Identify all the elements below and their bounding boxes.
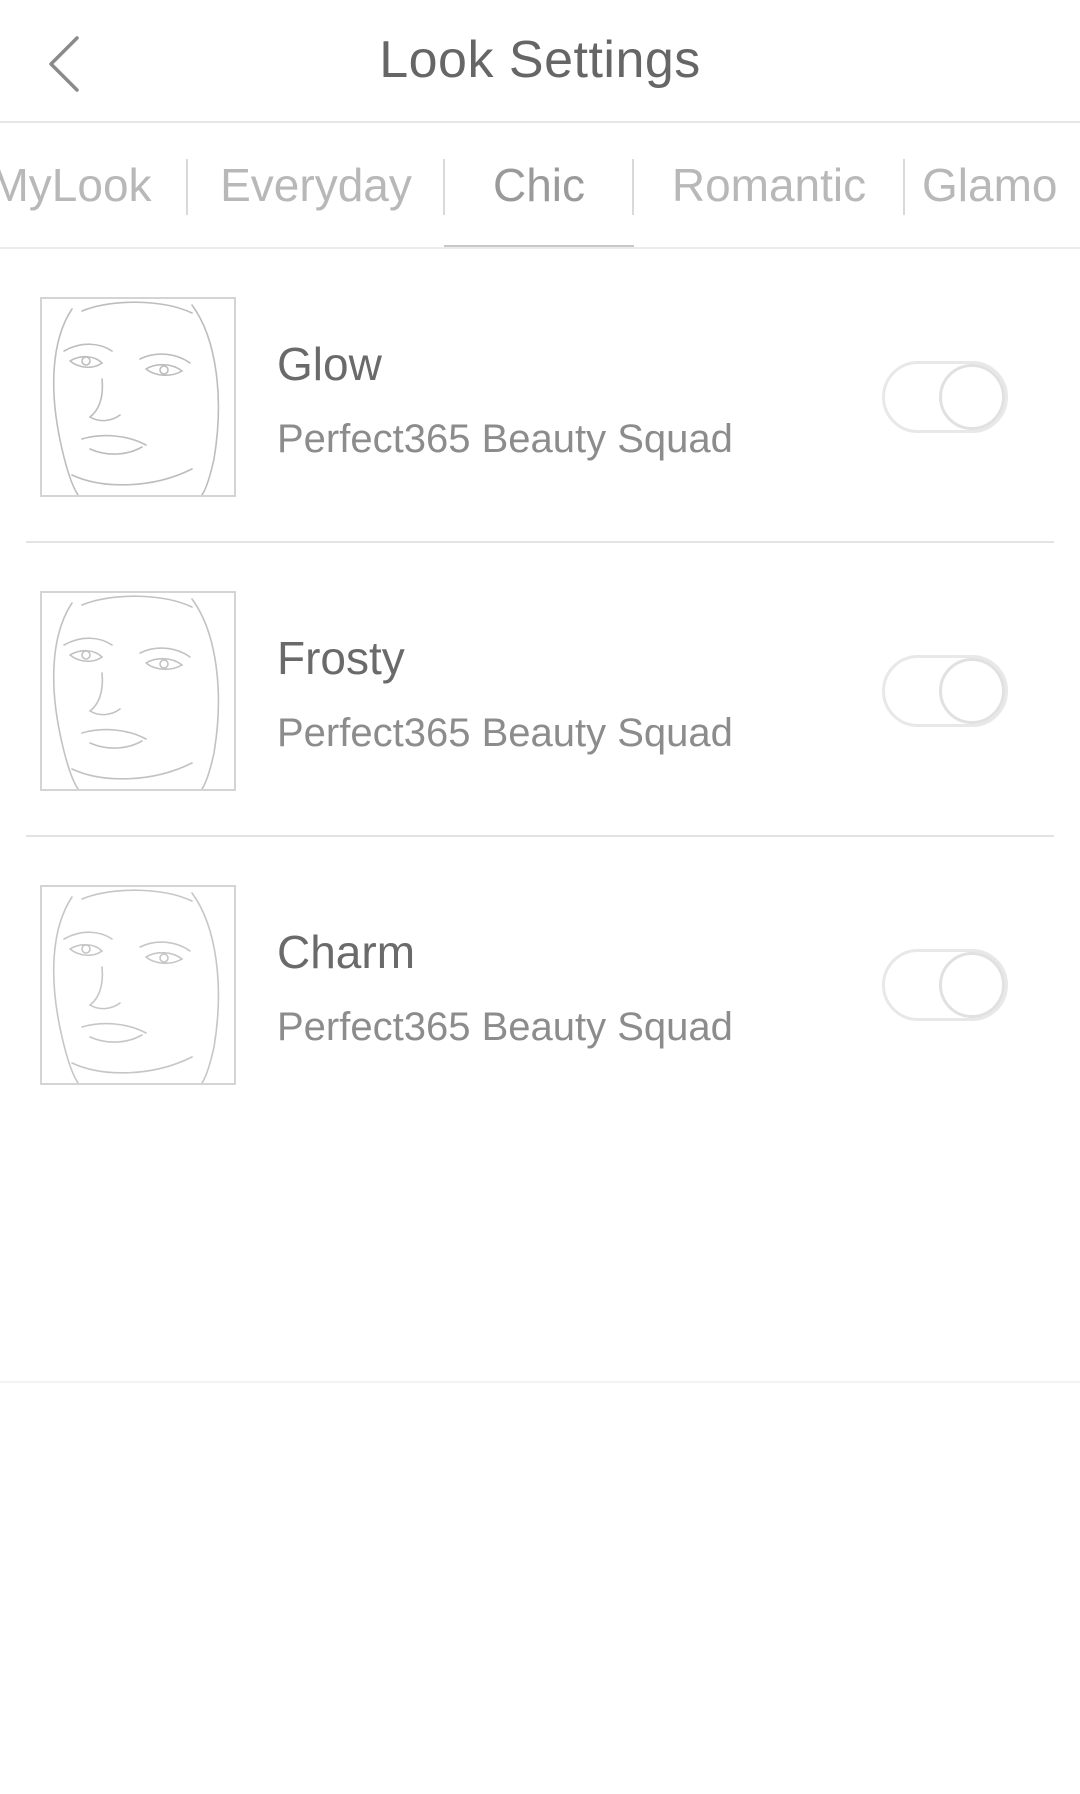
look-thumbnail — [40, 297, 236, 497]
look-list: Glow Perfect365 Beauty Squad Frosty Perf… — [0, 249, 1080, 1383]
tab-everyday[interactable]: Everyday — [190, 123, 442, 247]
look-toggle[interactable] — [882, 655, 1008, 727]
page-title: Look Settings — [379, 31, 701, 89]
tab-glamorous[interactable]: Glamo — [922, 123, 1080, 247]
look-name: Glow — [277, 338, 382, 390]
list-item[interactable]: Glow Perfect365 Beauty Squad — [0, 249, 1080, 543]
tab-separator — [443, 159, 445, 215]
face-sketch-icon — [52, 301, 220, 495]
look-name: Charm — [277, 926, 416, 978]
tab-chic[interactable]: Chic — [446, 123, 632, 247]
face-sketch-icon — [52, 889, 220, 1083]
look-toggle[interactable] — [882, 949, 1008, 1021]
look-author: Perfect365 Beauty Squad — [277, 1005, 733, 1049]
tab-separator — [903, 159, 905, 215]
toggle-knob — [939, 952, 1005, 1018]
tab-separator — [632, 159, 634, 215]
tab-mylook[interactable]: MyLook — [0, 123, 162, 247]
list-bottom-divider — [0, 1381, 1080, 1383]
list-item[interactable]: Frosty Perfect365 Beauty Squad — [0, 543, 1080, 837]
category-tabs: MyLook Everyday Chic Romantic Glamo — [0, 123, 1080, 249]
look-name: Frosty — [277, 632, 405, 684]
look-toggle[interactable] — [882, 361, 1008, 433]
look-thumbnail — [40, 591, 236, 791]
tab-romantic[interactable]: Romantic — [636, 123, 902, 247]
tab-separator — [186, 159, 188, 215]
list-item[interactable]: Charm Perfect365 Beauty Squad — [0, 837, 1080, 1131]
toggle-knob — [939, 658, 1005, 724]
toggle-knob — [939, 364, 1005, 430]
look-thumbnail — [40, 885, 236, 1085]
look-author: Perfect365 Beauty Squad — [277, 711, 733, 755]
look-author: Perfect365 Beauty Squad — [277, 417, 733, 461]
face-sketch-icon — [52, 595, 220, 789]
app-header: Look Settings — [0, 0, 1080, 123]
